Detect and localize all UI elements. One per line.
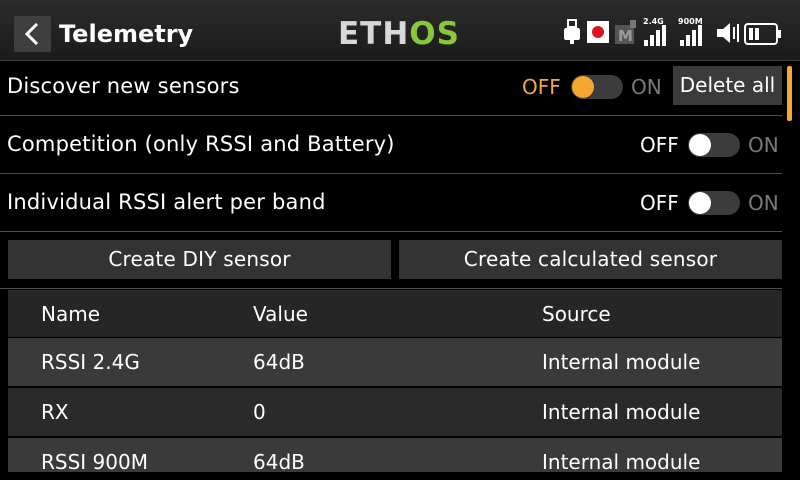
sensor-name: RSSI 2.4G <box>41 350 140 374</box>
option-competition: Competition (only RSSI and Battery) OFF … <box>0 116 782 174</box>
option-label: Individual RSSI alert per band <box>7 190 326 214</box>
discover-sensors-toggle[interactable]: OFF ON <box>522 58 667 115</box>
toggle-on-label: ON <box>631 75 662 99</box>
column-header-name: Name <box>41 302 101 326</box>
create-calculated-sensor-button[interactable]: Create calculated sensor <box>399 240 782 279</box>
module-icon: M <box>615 20 636 45</box>
battery-icon <box>744 23 781 45</box>
page-title: Telemetry <box>59 20 194 48</box>
sensor-value: 64dB <box>253 350 305 374</box>
sensor-value: 64dB <box>253 450 305 472</box>
table-header: Name Value Source <box>8 290 782 337</box>
toggle-knob <box>689 134 711 156</box>
toggle-track[interactable] <box>571 75 623 99</box>
chevron-left-icon <box>24 23 39 45</box>
option-label: Competition (only RSSI and Battery) <box>7 132 395 156</box>
toggle-knob <box>689 192 711 214</box>
option-discover-sensors: Discover new sensors OFF ON <box>0 58 782 116</box>
toggle-off-label: OFF <box>640 133 679 157</box>
toggle-on-label: ON <box>748 133 779 157</box>
delete-all-button[interactable]: Delete all <box>673 66 782 105</box>
back-button[interactable] <box>14 16 51 52</box>
toggle-on-label: ON <box>748 191 779 215</box>
individual-rssi-toggle[interactable]: OFF ON <box>640 174 782 231</box>
sensor-source: Internal module <box>542 400 701 424</box>
competition-toggle[interactable]: OFF ON <box>640 116 782 173</box>
sensor-value: 0 <box>253 400 266 424</box>
speaker-icon <box>717 23 739 43</box>
divider <box>0 288 782 289</box>
table-row[interactable]: RX 0 Internal module <box>8 388 782 436</box>
usb-icon <box>564 19 580 44</box>
sensor-name: RX <box>41 400 69 424</box>
ethos-logo: ETHOS <box>338 16 460 52</box>
top-bar: Telemetry ETHOS M 2.4G 900M <box>0 0 800 61</box>
toggle-track[interactable] <box>688 133 740 157</box>
svg-text:M: M <box>618 27 633 45</box>
toggle-off-label: OFF <box>640 191 679 215</box>
signal-24g-icon: 2.4G <box>642 16 672 48</box>
signal-900m-icon: 900M <box>678 16 708 48</box>
sensor-name: RSSI 900M <box>41 450 148 472</box>
create-diy-sensor-button[interactable]: Create DIY sensor <box>8 240 391 279</box>
toggle-off-label: OFF <box>522 75 561 99</box>
column-header-source: Source <box>542 302 611 326</box>
status-bar: M 2.4G 900M <box>560 16 790 48</box>
toggle-knob <box>572 76 594 98</box>
sensor-source: Internal module <box>542 450 701 472</box>
sensor-table: Name Value Source RSSI 2.4G 64dB Interna… <box>8 290 782 472</box>
table-row[interactable]: RSSI 900M 64dB Internal module <box>8 438 782 472</box>
column-header-value: Value <box>253 302 308 326</box>
record-icon <box>587 21 609 43</box>
option-individual-rssi: Individual RSSI alert per band OFF ON <box>0 174 782 232</box>
sensor-source: Internal module <box>542 350 701 374</box>
scrollbar[interactable] <box>787 66 792 121</box>
toggle-track[interactable] <box>688 191 740 215</box>
option-label: Discover new sensors <box>7 74 240 98</box>
table-row[interactable]: RSSI 2.4G 64dB Internal module <box>8 338 782 386</box>
